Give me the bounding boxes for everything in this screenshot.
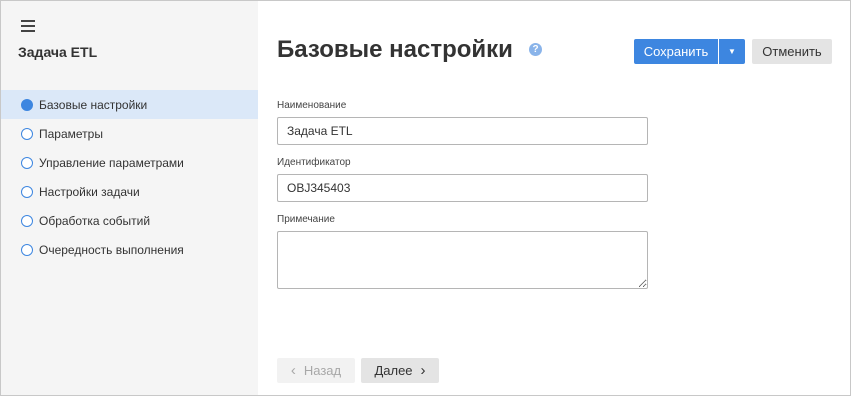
sidebar-item-label: Управление параметрами — [39, 155, 184, 170]
question-circle-icon[interactable]: ? — [529, 43, 542, 56]
sidebar-item-basic-settings[interactable]: Базовые настройки — [1, 90, 258, 119]
sidebar-item-task-settings[interactable]: Настройки задачи — [1, 177, 258, 206]
step-circle-icon — [21, 156, 33, 169]
sidebar-title: Задача ETL — [18, 44, 98, 60]
sidebar-item-label: Параметры — [39, 126, 103, 141]
step-filled-circle-icon — [21, 98, 33, 111]
step-circle-icon — [21, 127, 33, 140]
name-input[interactable] — [277, 117, 648, 145]
cancel-button[interactable]: Отменить — [752, 39, 832, 64]
sidebar-item-parameter-management[interactable]: Управление параметрами — [1, 148, 258, 177]
identifier-input[interactable] — [277, 174, 648, 202]
page-title: Базовые настройки — [277, 36, 513, 63]
name-label: Наименование — [277, 100, 347, 111]
sidebar-item-label: Настройки задачи — [39, 184, 140, 199]
note-textarea[interactable] — [277, 231, 648, 289]
next-button-label: Далее — [374, 363, 413, 378]
sidebar-item-label: Базовые настройки — [39, 97, 148, 112]
sidebar-item-label: Обработка событий — [39, 213, 151, 228]
hamburger-icon[interactable] — [21, 20, 35, 32]
chevron-left-icon: ‹ — [290, 362, 296, 379]
identifier-label: Идентификатор — [277, 157, 351, 168]
save-button[interactable]: Сохранить — [634, 39, 718, 64]
sidebar-item-label: Очередность выполнения — [39, 242, 184, 257]
sidebar-nav: Базовые настройки Параметры Управление п… — [1, 90, 258, 264]
step-circle-icon — [21, 185, 33, 198]
app-window: Задача ETL Базовые настройки Параметры У… — [0, 0, 851, 396]
next-button[interactable]: Далее › — [361, 358, 439, 383]
back-button-label: Назад — [303, 363, 342, 378]
note-label: Примечание — [277, 214, 335, 225]
save-dropdown-button[interactable]: ▼ — [719, 39, 745, 64]
step-circle-icon — [21, 243, 33, 256]
caret-down-icon: ▼ — [728, 47, 736, 56]
chevron-right-icon: › — [420, 362, 426, 379]
sidebar-item-parameters[interactable]: Параметры — [1, 119, 258, 148]
sidebar: Задача ETL Базовые настройки Параметры У… — [1, 1, 258, 395]
back-button[interactable]: ‹ Назад — [277, 358, 355, 383]
sidebar-item-event-handling[interactable]: Обработка событий — [1, 206, 258, 235]
step-circle-icon — [21, 214, 33, 227]
sidebar-item-execution-order[interactable]: Очередность выполнения — [1, 235, 258, 264]
